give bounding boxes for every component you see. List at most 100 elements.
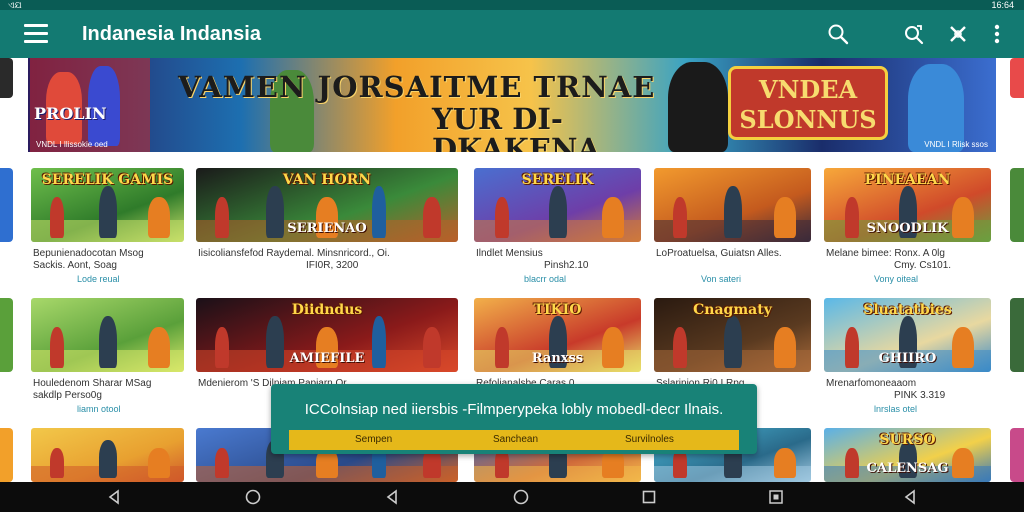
game-thumbnail[interactable]: SERELIK bbox=[474, 168, 641, 242]
game-card[interactable]: LoProatuelsa, Guiatsn Alles. Von sateri bbox=[654, 168, 811, 294]
card-subtitle: Cmy. Cs101. bbox=[894, 260, 952, 271]
character-figure bbox=[724, 186, 742, 238]
close-icon[interactable] bbox=[946, 22, 970, 46]
status-clock: 16:64 bbox=[991, 0, 1014, 10]
thumbnail-title: SERELIK GAMIS bbox=[41, 172, 174, 188]
card-link[interactable]: liamn otool bbox=[77, 404, 121, 415]
game-thumbnail[interactable]: Sluatatbies GHIIRO bbox=[824, 298, 991, 372]
game-thumbnail[interactable]: Cnagmaty bbox=[654, 298, 811, 372]
game-thumbnail[interactable]: SURSO CALENSAG bbox=[824, 428, 991, 482]
promo-banner[interactable]: PROLIN VAMEN JORSAITME TRNAE YUR DI-DKAK… bbox=[28, 58, 996, 152]
back-icon[interactable] bbox=[106, 489, 122, 505]
character-figure bbox=[148, 197, 170, 238]
card-title: Houledenom Sharar MSag bbox=[33, 378, 152, 389]
edge-tile[interactable] bbox=[0, 298, 13, 372]
card-title: Bepunienadocotan Msog bbox=[33, 248, 144, 259]
game-card[interactable]: SURSO CALENSAG bbox=[824, 428, 991, 482]
thumbnail-title: SERELIK bbox=[521, 172, 594, 188]
app-screen: ଏଯ 16:64 Indanesia Indansia PROLIN VAMEN… bbox=[0, 0, 1024, 512]
back-icon[interactable] bbox=[384, 489, 400, 505]
game-thumbnail[interactable] bbox=[654, 168, 811, 242]
thumbnail-subtitle: SERIENAO bbox=[287, 221, 367, 236]
character-figure bbox=[148, 327, 170, 368]
card-title: Melane bimee: Ronx. A 0lg bbox=[826, 248, 945, 259]
card-link[interactable]: Lode reual bbox=[77, 274, 120, 285]
game-thumbnail[interactable]: Diidndus AMIEFILE bbox=[196, 298, 458, 372]
character-figure bbox=[99, 316, 117, 368]
game-card[interactable]: SERELIK Ilndlet Mensius Pinsh2.10 blacrr od… bbox=[474, 168, 641, 294]
character-figure bbox=[774, 197, 796, 238]
edge-tile[interactable] bbox=[1010, 298, 1024, 372]
home-icon[interactable] bbox=[245, 489, 261, 505]
banner-side-tag: PROLIN bbox=[34, 104, 107, 123]
character-figure bbox=[673, 197, 687, 238]
thumbnail-title: VAN HORN bbox=[282, 172, 372, 188]
character-figure bbox=[50, 327, 64, 368]
screenshot-icon[interactable] bbox=[768, 489, 784, 505]
game-thumbnail[interactable] bbox=[31, 428, 184, 482]
banner-logo: VNDEA SLONNUS bbox=[728, 66, 888, 140]
banner-caption-left: VNDL I Ilissokie oed bbox=[36, 140, 108, 149]
snackbar: ICColnsiap ned iiersbis -Filmperypeka lo… bbox=[271, 384, 757, 454]
back-icon[interactable] bbox=[902, 489, 918, 505]
thumbnail-subtitle: Ranxss bbox=[531, 351, 584, 366]
thumbnail-title: PINEAEAN bbox=[864, 172, 951, 188]
edge-tile[interactable] bbox=[0, 428, 13, 482]
snackbar-button[interactable]: Sempen bbox=[355, 430, 392, 450]
character-figure bbox=[774, 448, 796, 478]
card-link[interactable]: Von sateri bbox=[701, 274, 741, 285]
snackbar-button[interactable]: Survilnoles bbox=[625, 430, 674, 450]
recents-icon[interactable] bbox=[641, 489, 657, 505]
game-thumbnail[interactable]: TIKIO Ranxss bbox=[474, 298, 641, 372]
snackbar-message: ICColnsiap ned iiersbis -Filmperypeka lo… bbox=[304, 401, 724, 418]
game-card[interactable] bbox=[31, 428, 184, 482]
character-figure bbox=[549, 186, 567, 238]
thumbnail-subtitle: CALENSAG bbox=[866, 461, 949, 476]
thumbnail-subtitle: GHIIRO bbox=[878, 351, 937, 366]
banner-logo-line: VNDEA bbox=[758, 75, 858, 104]
game-thumbnail[interactable]: VAN HORN SERIENAO bbox=[196, 168, 458, 242]
character-figure bbox=[148, 448, 170, 478]
card-subtitle: IFI0R, 3200 bbox=[306, 260, 359, 271]
card-subtitle: Sackis. Aont, Soag bbox=[33, 260, 117, 271]
thumbnail-title: Cnagmaty bbox=[693, 302, 772, 318]
game-thumbnail[interactable] bbox=[31, 298, 184, 372]
edge-tile[interactable] bbox=[0, 168, 13, 242]
banner-headline-2: YUR DI-DKAKENA bbox=[432, 102, 600, 152]
game-thumbnail[interactable]: SERELIK GAMIS bbox=[31, 168, 184, 242]
search-refresh-icon[interactable] bbox=[902, 22, 926, 46]
card-link[interactable]: blacrr odal bbox=[524, 274, 566, 285]
character-figure bbox=[724, 316, 742, 368]
home-icon[interactable] bbox=[513, 489, 529, 505]
edge-tile[interactable] bbox=[1010, 428, 1024, 482]
thumbnail-title: Diidndus bbox=[291, 302, 363, 318]
app-title: Indanesia Indansia bbox=[82, 23, 261, 45]
card-link[interactable]: lnrslas otel bbox=[874, 404, 917, 415]
banner-caption-right: VNDL I Rlisk ssos bbox=[924, 140, 988, 149]
card-subtitle: Pinsh2.10 bbox=[544, 260, 589, 271]
game-card[interactable]: Houledenom Sharar MSag sakdlp Perso0g liam… bbox=[31, 298, 184, 424]
game-card[interactable]: SERELIK GAMIS Bepunienadocotan Msog Sackis… bbox=[31, 168, 184, 294]
more-vert-icon[interactable] bbox=[985, 22, 1009, 46]
card-subtitle: sakdlp Perso0g bbox=[33, 390, 102, 401]
menu-icon[interactable] bbox=[24, 24, 48, 44]
thumbnail-title: TIKIO bbox=[533, 302, 582, 318]
banner-character bbox=[908, 64, 964, 152]
character-figure bbox=[99, 440, 117, 478]
game-card[interactable]: Sluatatbies GHIIRO Mrenarfomoneaaom PINK 3.… bbox=[824, 298, 991, 424]
character-figure bbox=[495, 197, 509, 238]
banner-headline: VAMEN JORSAITME TRNAE bbox=[178, 70, 656, 104]
character-figure bbox=[215, 448, 229, 478]
search-icon[interactable] bbox=[826, 22, 850, 46]
game-card[interactable]: VAN HORN SERIENAO Iisicoliansfefod Raydema… bbox=[196, 168, 458, 294]
game-card[interactable]: PINEAEAN SNOODLIK Melane bimee: Ronx. A 0l… bbox=[824, 168, 991, 294]
banner-logo-line: SLONNUS bbox=[739, 105, 877, 134]
edge-tile bbox=[0, 58, 13, 98]
snackbar-actions: Sempen Sanchean Survilnoles bbox=[289, 430, 739, 450]
snackbar-button[interactable]: Sanchean bbox=[493, 430, 538, 450]
card-link[interactable]: Vony oiteal bbox=[874, 274, 918, 285]
edge-tile[interactable] bbox=[1010, 168, 1024, 242]
character-figure bbox=[673, 327, 687, 368]
app-bar: Indanesia Indansia bbox=[0, 10, 1024, 58]
game-thumbnail[interactable]: PINEAEAN SNOODLIK bbox=[824, 168, 991, 242]
